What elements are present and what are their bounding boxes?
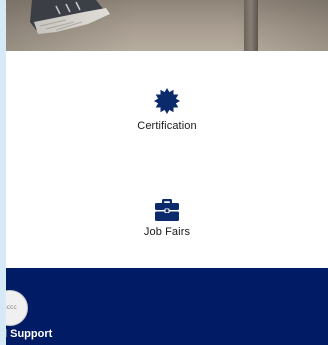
certificate-badge-icon (154, 88, 180, 114)
logo-text: ccccc (6, 304, 17, 311)
tile-label: Job Fairs (143, 226, 191, 238)
tile-certification[interactable]: Certification (6, 86, 328, 132)
briefcase-icon (155, 199, 179, 221)
footer-banner: ccccc l Support (6, 268, 328, 345)
hero-shade (6, 0, 328, 51)
footer-support-link[interactable]: l Support (6, 328, 52, 340)
tile-label: Certification (137, 120, 197, 132)
support-logo-icon[interactable]: ccccc (6, 290, 28, 326)
hero-image (6, 0, 328, 51)
tile-job-fairs[interactable]: Job Fairs (6, 198, 328, 238)
content-panel: Certification Job Fairs ccccc l Support (6, 0, 328, 345)
